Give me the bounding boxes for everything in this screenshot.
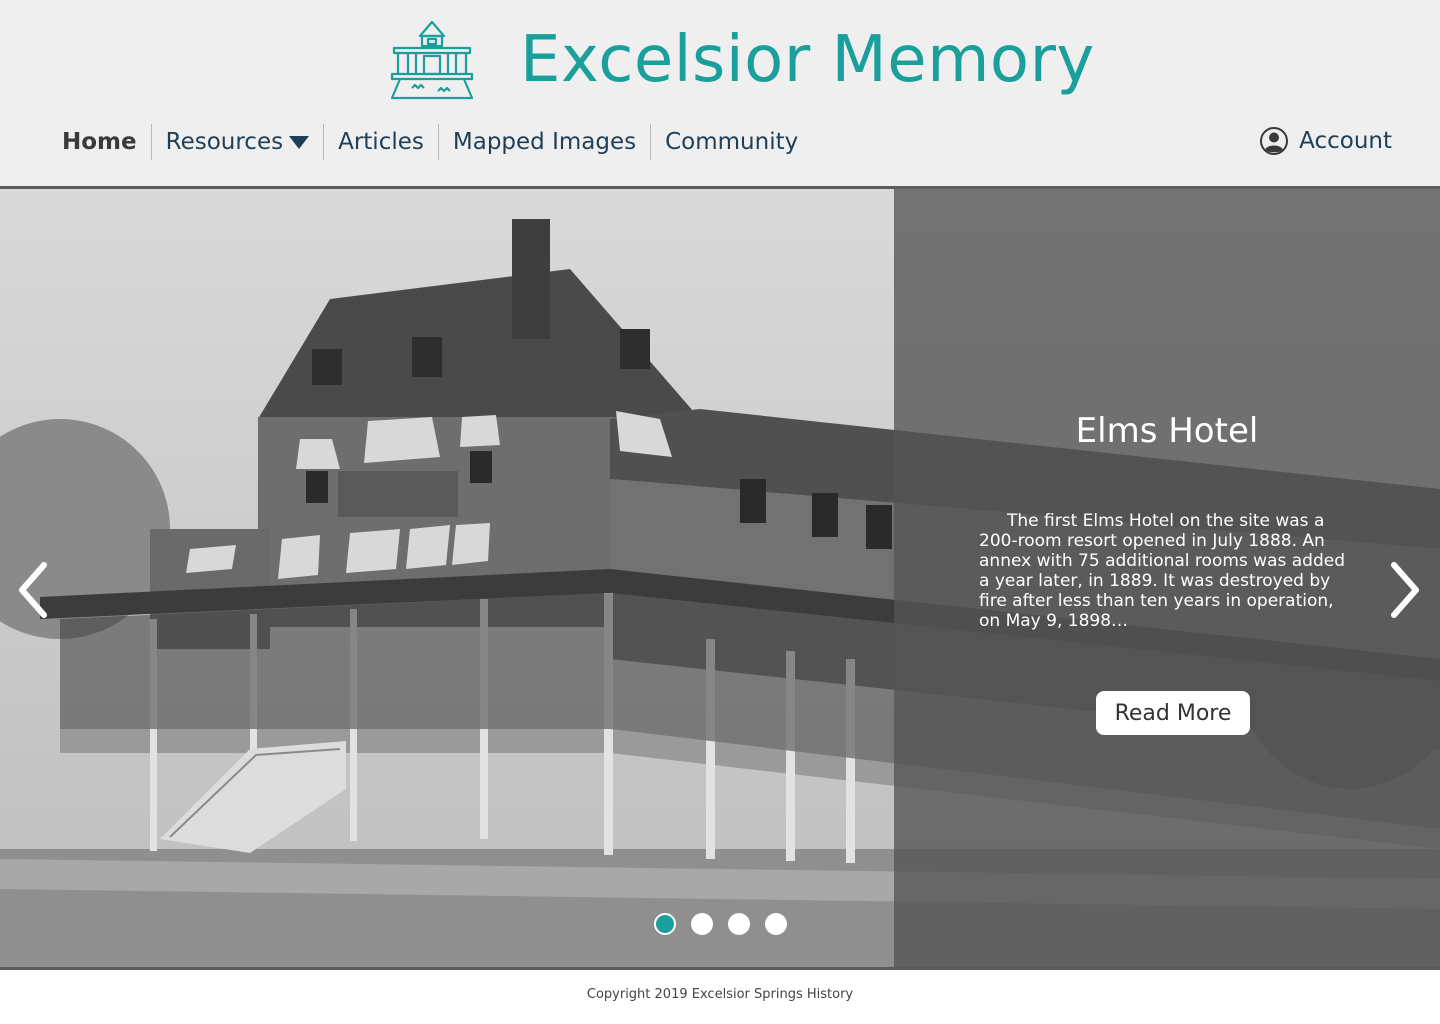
slide-title: Elms Hotel: [1075, 411, 1259, 451]
user-circle-icon: [1260, 127, 1289, 155]
carousel-dot-4[interactable]: [765, 913, 787, 935]
chevron-right-icon[interactable]: [1386, 559, 1426, 621]
site-header: Excelsior Memory Home Resources Articles…: [0, 0, 1440, 186]
carousel-dot-2[interactable]: [691, 913, 713, 935]
nav-community[interactable]: Community: [651, 124, 812, 160]
carousel-pagination: [654, 913, 802, 935]
nav-mapped-images[interactable]: Mapped Images: [439, 124, 650, 160]
nav-home-label: Home: [62, 129, 137, 155]
caret-down-icon: [289, 135, 310, 149]
nav-home[interactable]: Home: [48, 124, 151, 160]
site-title: Excelsior Memory: [520, 23, 1095, 97]
account-link[interactable]: Account: [1259, 126, 1392, 156]
nav-articles[interactable]: Articles: [324, 124, 438, 160]
account-label: Account: [1299, 128, 1392, 154]
site-footer: Copyright 2019 Excelsior Springs History: [0, 970, 1440, 1024]
carousel-dot-1[interactable]: [654, 913, 676, 935]
nav-community-label: Community: [665, 129, 799, 155]
slide-description: The first Elms Hotel on the site was a 2…: [979, 511, 1345, 631]
nav-articles-label: Articles: [338, 129, 424, 155]
chevron-left-icon[interactable]: [12, 559, 52, 621]
copyright-text: Copyright 2019 Excelsior Springs History: [586, 987, 854, 1002]
brand[interactable]: Excelsior Memory: [390, 18, 1095, 102]
hero-carousel: Elms Hotel The first Elms Hotel on the s…: [0, 189, 1440, 967]
read-more-button[interactable]: Read More: [1096, 691, 1250, 735]
nav-resources-label: Resources: [165, 129, 284, 155]
slide-caption-panel: Elms Hotel The first Elms Hotel on the s…: [894, 189, 1440, 967]
nav-mapped-images-label: Mapped Images: [452, 129, 637, 155]
pavilion-logo-icon: [390, 20, 474, 100]
main-nav: Home Resources Articles Mapped Images Co…: [48, 122, 812, 162]
nav-resources[interactable]: Resources: [152, 124, 323, 160]
carousel-dot-3[interactable]: [728, 913, 750, 935]
